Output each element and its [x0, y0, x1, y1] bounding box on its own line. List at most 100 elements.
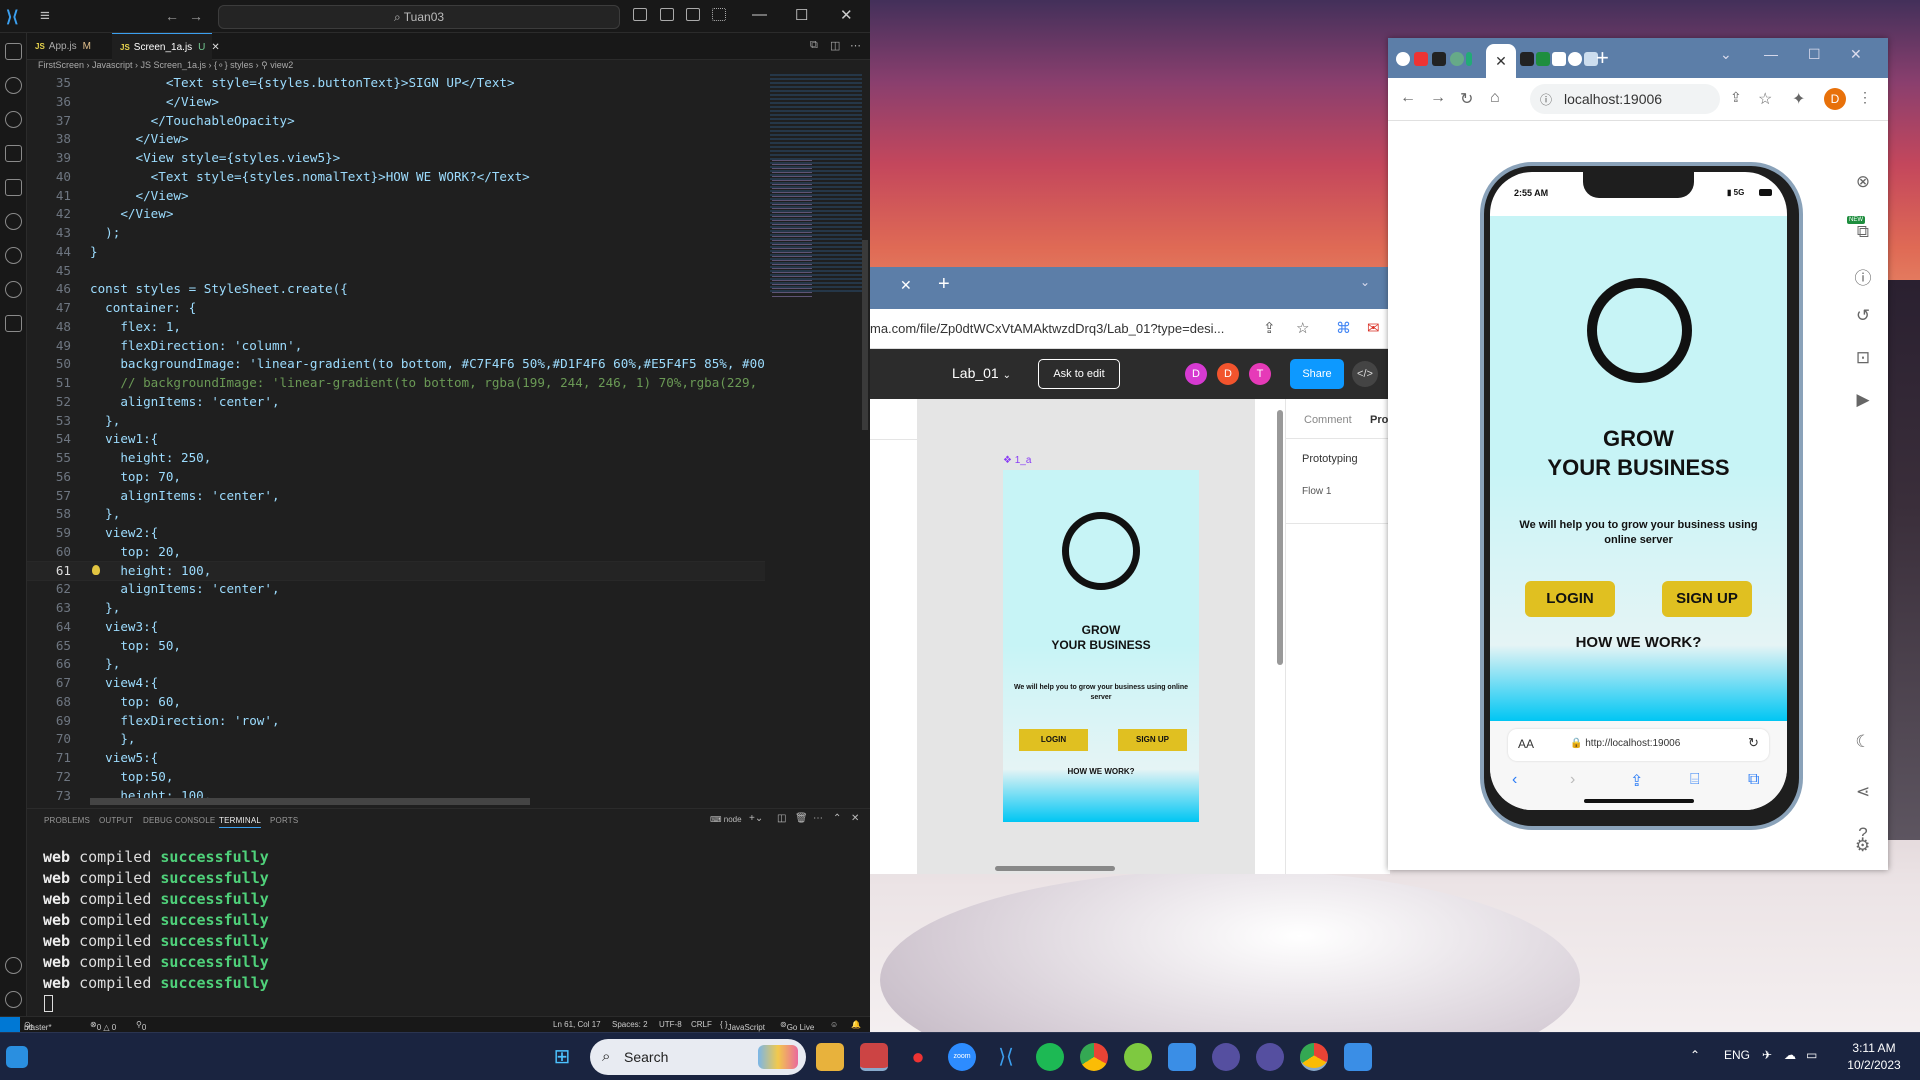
sheets-tab-icon[interactable]	[1536, 52, 1550, 66]
copilot-icon[interactable]: ☺	[830, 1020, 838, 1029]
code-line[interactable]: 60 top: 20,	[27, 543, 765, 562]
status-branch[interactable]: ⎇ master* ⊙	[24, 1020, 52, 1032]
chrome-taskbar-icon-active[interactable]	[1300, 1043, 1328, 1071]
code-line[interactable]: 61 height: 100,	[27, 560, 765, 582]
tab-output[interactable]: OUTPUT	[99, 816, 133, 825]
reader-mode-button[interactable]: AA	[1518, 737, 1534, 751]
status-spaces[interactable]: Spaces: 2	[612, 1020, 648, 1029]
status-encoding[interactable]: UTF-8	[659, 1020, 682, 1029]
figma-frame-preview[interactable]: GROW YOUR BUSINESS We will help you to gr…	[1003, 470, 1199, 822]
split-terminal-icon[interactable]: ◫	[777, 813, 786, 824]
home-icon[interactable]: ⌂	[1490, 89, 1500, 107]
chrome-menu-icon[interactable]: ⋮	[1858, 89, 1872, 106]
tab-search-icon[interactable]: ⌄	[1720, 46, 1732, 63]
code-line[interactable]: 72 top:50,	[27, 768, 765, 787]
tab-terminal[interactable]: TERMINAL	[219, 816, 262, 828]
back-arrow-icon[interactable]: ←	[1400, 89, 1416, 107]
tab-app-js[interactable]: JS App.js M	[27, 33, 107, 60]
code-line[interactable]: 48 flex: 1,	[27, 318, 765, 337]
translate-icon[interactable]: ⌘	[1336, 319, 1351, 337]
close-icon[interactable]: ✕	[840, 6, 853, 24]
how-we-work-link[interactable]: HOW WE WORK?	[1490, 634, 1787, 651]
notepad-taskbar-icon[interactable]	[1344, 1043, 1372, 1071]
customize-layout-icon[interactable]	[712, 8, 726, 21]
toggle-panel-icon[interactable]	[660, 8, 674, 21]
language-indicator[interactable]: ENG	[1724, 1048, 1750, 1062]
canvas-vertical-scrollbar[interactable]	[1277, 410, 1283, 665]
command-center-search[interactable]: ⌕ Tuan03	[218, 5, 620, 29]
close-tab-icon[interactable]: ✕	[900, 277, 912, 294]
eclipse-taskbar-icon-2[interactable]	[1256, 1043, 1284, 1071]
gear-icon[interactable]: ⚙	[1855, 836, 1870, 856]
code-editor[interactable]: 35 <Text style={styles.buttonText}>SIGN …	[27, 74, 765, 804]
network-icon[interactable]: ✈	[1762, 1048, 1772, 1062]
avatar[interactable]: D	[1185, 363, 1207, 385]
share-button[interactable]: Share	[1290, 359, 1344, 389]
canvas-horizontal-scrollbar[interactable]	[995, 866, 1115, 871]
app-taskbar-icon[interactable]	[1124, 1043, 1152, 1071]
code-line[interactable]: 69 flexDirection: 'row',	[27, 712, 765, 731]
recorder-icon[interactable]: ●	[904, 1043, 932, 1071]
share-page-icon[interactable]: ⇪	[1263, 319, 1276, 337]
battery-icon[interactable]: ▭	[1806, 1048, 1817, 1062]
new-terminal-icon[interactable]: +⌄	[749, 813, 763, 824]
taskbar-clock[interactable]: 3:11 AM 10/2/2023	[1838, 1040, 1910, 1074]
chrome-tab-favicon-icon[interactable]	[1396, 52, 1410, 66]
avatar[interactable]: T	[1249, 363, 1271, 385]
code-line[interactable]: 67 view4:{	[27, 674, 765, 693]
terminal-profile[interactable]: ⌨ node	[710, 815, 742, 824]
bookmark-star-icon[interactable]: ☆	[1296, 319, 1309, 337]
editor-horizontal-scrollbar[interactable]	[90, 798, 530, 805]
tab-screen-1a-js[interactable]: JS Screen_1a.js U ✕	[112, 33, 220, 60]
code-line[interactable]: 42 </View>	[27, 205, 765, 224]
status-problems[interactable]: ⊗ 0 △ 0	[90, 1020, 116, 1032]
bookmarks-icon[interactable]: ⌸	[1690, 771, 1700, 789]
new-tab-icon[interactable]: +	[1596, 45, 1609, 71]
close-icon[interactable]: ✕	[1850, 46, 1862, 63]
more-actions-icon[interactable]: ⋯	[850, 39, 861, 52]
google-tab-icon[interactable]	[1568, 52, 1582, 66]
gmail-extension-icon[interactable]: ✉	[1367, 319, 1380, 337]
taskbar-search[interactable]: ⌕ Search	[590, 1039, 806, 1075]
tab-ports[interactable]: PORTS	[270, 816, 298, 825]
back-chevron-icon[interactable]: ‹	[1512, 771, 1517, 789]
device-frame-icon[interactable]: ⧉	[1851, 222, 1875, 242]
split-editor-icon[interactable]: ◫	[830, 39, 840, 52]
ask-to-edit-button[interactable]: Ask to edit	[1038, 359, 1120, 389]
omnibox[interactable]: ⓘ localhost:19006	[1530, 84, 1720, 114]
code-line[interactable]: 50 backgroundImage: 'linear-gradient(to …	[27, 355, 765, 374]
hamburger-menu-icon[interactable]: ≡	[40, 6, 50, 26]
site-info-icon[interactable]: ⓘ	[1540, 91, 1552, 108]
source-control-icon[interactable]	[5, 111, 22, 128]
signup-button[interactable]: SIGN UP	[1662, 581, 1752, 617]
code-line[interactable]: 45	[27, 262, 765, 281]
breadcrumb[interactable]: FirstScreen › Javascript › JS Screen_1a.…	[38, 60, 293, 74]
vscode-taskbar-icon[interactable]: ⟩⟨	[992, 1043, 1020, 1071]
tab-search-icon[interactable]: ⌄	[1360, 275, 1370, 289]
active-tab-close-icon[interactable]: ✕	[1486, 44, 1516, 78]
status-cursor-position[interactable]: Ln 61, Col 17	[553, 1020, 601, 1029]
github-tab-icon[interactable]	[1432, 52, 1446, 66]
code-line[interactable]: 65 top: 50,	[27, 637, 765, 656]
eclipse-taskbar-icon[interactable]	[1212, 1043, 1240, 1071]
maximize-icon[interactable]: ☐	[795, 6, 808, 24]
tab-prototype[interactable]: Pro	[1370, 414, 1388, 426]
search-activity-icon[interactable]	[5, 77, 22, 94]
maximize-icon[interactable]: ☐	[1808, 46, 1821, 63]
code-line[interactable]: 38 </View>	[27, 130, 765, 149]
info-icon[interactable]: ⓘ	[1851, 264, 1875, 289]
code-line[interactable]: 52 alignItems: 'center',	[27, 393, 765, 412]
code-line[interactable]: 70 },	[27, 730, 765, 749]
forward-arrow-icon[interactable]: →	[1430, 89, 1446, 107]
show-desktop-widget-icon[interactable]	[6, 1046, 28, 1068]
code-line[interactable]: 35 <Text style={styles.buttonText}>SIGN …	[27, 74, 765, 93]
chrome-taskbar-icon[interactable]	[1080, 1043, 1108, 1071]
code-line[interactable]: 64 view3:{	[27, 618, 765, 637]
run-debug-icon[interactable]	[5, 145, 22, 162]
remote-indicator-icon[interactable]	[0, 1017, 20, 1032]
tabs-icon[interactable]: ⧉	[1748, 771, 1759, 789]
code-line[interactable]: 47 container: {	[27, 299, 765, 318]
reload-icon[interactable]: ↻	[1748, 735, 1759, 751]
code-line[interactable]: 37 </TouchableOpacity>	[27, 112, 765, 131]
tab-problems[interactable]: PROBLEMS	[44, 816, 90, 825]
